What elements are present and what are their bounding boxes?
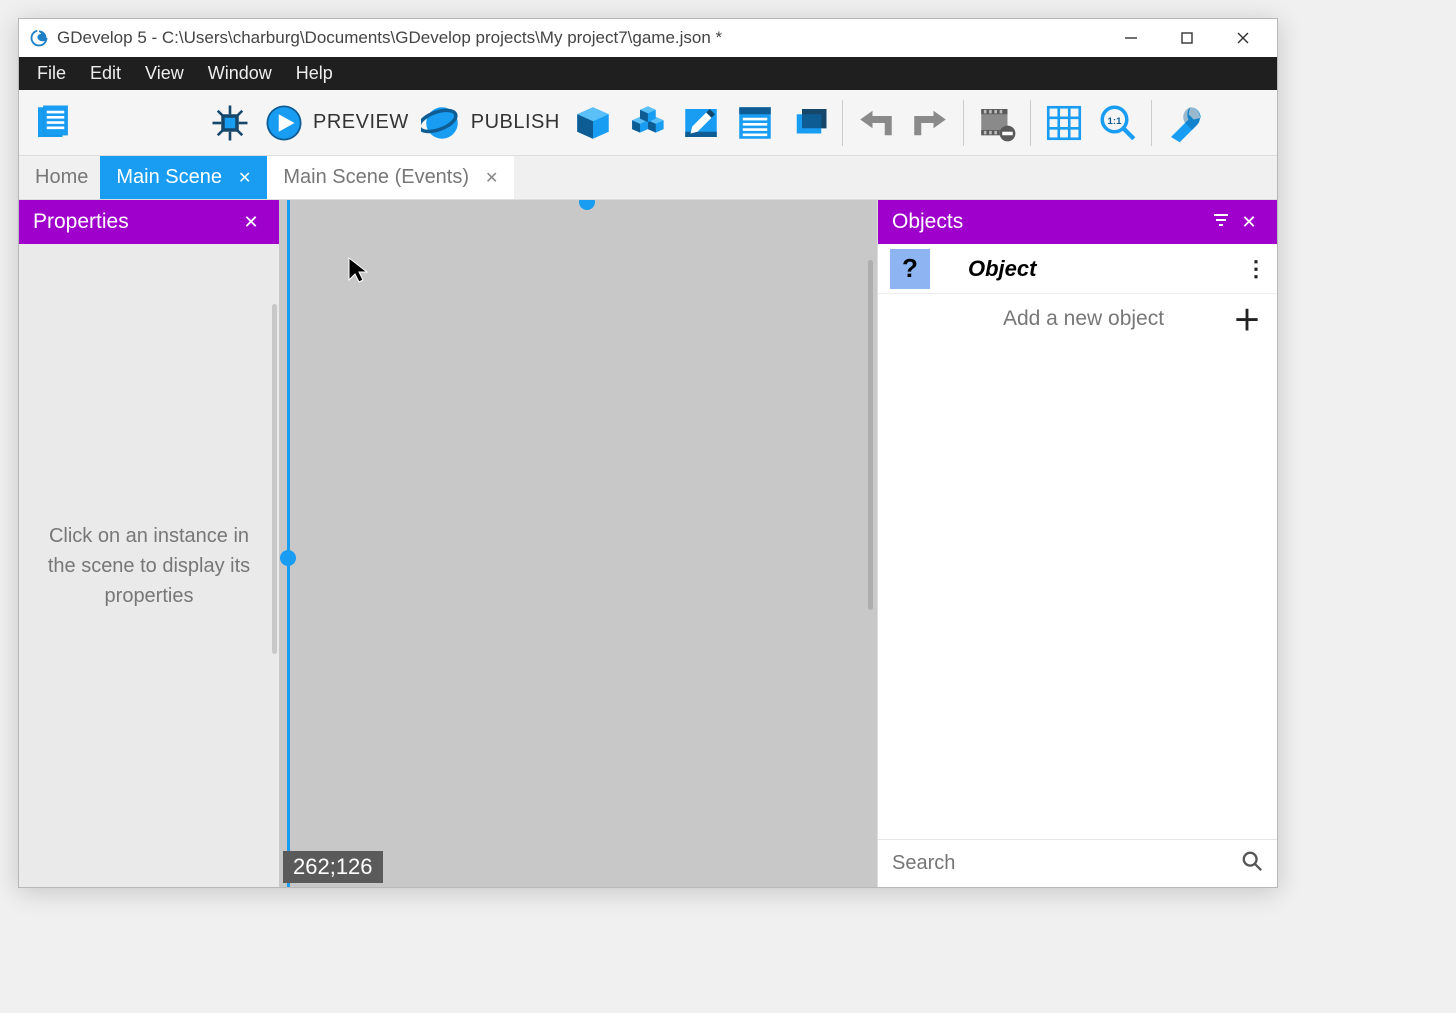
search-icon[interactable] [1241, 850, 1263, 877]
close-icon[interactable]: ✕ [234, 168, 255, 188]
edit-panel-icon [680, 102, 722, 144]
zoom-reset-button[interactable]: 1:1 [1093, 98, 1143, 148]
open-instances-button[interactable] [730, 98, 780, 148]
menu-help[interactable]: Help [284, 57, 345, 90]
toolbar-separator [963, 100, 964, 146]
project-manager-button[interactable] [27, 98, 77, 148]
scrollbar[interactable] [868, 260, 873, 610]
filter-icon[interactable] [1207, 211, 1235, 234]
cube-icon [572, 102, 614, 144]
open-properties-button[interactable] [676, 98, 726, 148]
open-layers-button[interactable] [784, 98, 834, 148]
window-controls [1103, 21, 1271, 55]
tab-label: Home [35, 166, 88, 189]
minimize-button[interactable] [1103, 21, 1159, 55]
main-area: Properties ✕ Click on an instance in the… [19, 200, 1277, 887]
app-window: GDevelop 5 - C:\Users\charburg\Documents… [18, 18, 1278, 888]
object-thumbnail-icon: ? [890, 249, 930, 289]
globe-icon [421, 102, 463, 144]
plus-icon: ＋ [1233, 299, 1261, 339]
kebab-menu-icon[interactable]: ⋮ [1245, 256, 1265, 282]
play-circle-icon [263, 102, 305, 144]
scrollbar[interactable] [272, 304, 277, 654]
grid-icon [1043, 102, 1085, 144]
tab-main-scene-events[interactable]: Main Scene (Events) ✕ [267, 156, 514, 199]
window-title: GDevelop 5 - C:\Users\charburg\Documents… [57, 28, 1103, 48]
cubes-icon [626, 102, 668, 144]
add-object-label: Add a new object [894, 307, 1233, 331]
open-groups-button[interactable] [622, 98, 672, 148]
close-button[interactable] [1215, 21, 1271, 55]
open-objects-button[interactable] [568, 98, 618, 148]
scene-canvas[interactable]: 262;126 [279, 200, 877, 887]
publish-button[interactable]: PUBLISH [417, 98, 564, 148]
publish-label: PUBLISH [471, 111, 560, 134]
objects-list: ? Object ⋮ Add a new object ＋ [878, 244, 1277, 839]
add-object-row[interactable]: Add a new object ＋ [878, 294, 1277, 344]
toolbar-separator [1151, 100, 1152, 146]
properties-placeholder: Click on an instance in the scene to dis… [39, 521, 259, 611]
grid-toggle-button[interactable] [1039, 98, 1089, 148]
tab-home[interactable]: Home [19, 156, 100, 199]
redo-icon [909, 102, 951, 144]
panel-title: Properties [33, 210, 129, 234]
search-input[interactable] [892, 852, 1241, 875]
coordinates-readout: 262;126 [283, 851, 383, 883]
title-bar: GDevelop 5 - C:\Users\charburg\Documents… [19, 19, 1277, 57]
object-row[interactable]: ? Object ⋮ [878, 244, 1277, 294]
close-icon[interactable]: ✕ [481, 168, 502, 188]
origin-handle[interactable] [579, 200, 595, 210]
tab-label: Main Scene (Events) [283, 166, 469, 189]
menu-view[interactable]: View [133, 57, 196, 90]
film-minus-icon [976, 102, 1018, 144]
properties-panel: Properties ✕ Click on an instance in the… [19, 200, 279, 887]
panel-title: Objects [892, 210, 963, 234]
undo-button[interactable] [851, 98, 901, 148]
origin-handle[interactable] [280, 550, 296, 566]
toolbar-separator [1030, 100, 1031, 146]
tab-bar: Home Main Scene ✕ Main Scene (Events) ✕ [19, 156, 1277, 200]
debugger-button[interactable] [205, 98, 255, 148]
preview-label: PREVIEW [313, 111, 409, 134]
mask-toggle-button[interactable] [972, 98, 1022, 148]
menu-edit[interactable]: Edit [78, 57, 133, 90]
close-icon[interactable]: ✕ [237, 212, 265, 233]
svg-text:1:1: 1:1 [1107, 115, 1122, 126]
menu-bar: File Edit View Window Help [19, 57, 1277, 90]
origin-guide-vertical [287, 200, 290, 887]
objects-search [878, 839, 1277, 887]
document-stack-icon [31, 102, 73, 144]
menu-file[interactable]: File [25, 57, 78, 90]
maximize-button[interactable] [1159, 21, 1215, 55]
zoom-one-to-one-icon: 1:1 [1097, 102, 1139, 144]
toolbar-separator [842, 100, 843, 146]
redo-button[interactable] [905, 98, 955, 148]
app-icon [29, 28, 49, 48]
tab-label: Main Scene [116, 166, 222, 189]
toolbar: PREVIEW PUBLISH [19, 90, 1277, 156]
objects-panel: Objects ✕ ? Object ⋮ Add a new object ＋ [877, 200, 1277, 887]
preview-button[interactable]: PREVIEW [259, 98, 413, 148]
tab-main-scene[interactable]: Main Scene ✕ [100, 156, 267, 199]
close-icon[interactable]: ✕ [1235, 212, 1263, 233]
undo-icon [855, 102, 897, 144]
chip-icon [209, 102, 251, 144]
menu-window[interactable]: Window [196, 57, 284, 90]
list-icon [734, 102, 776, 144]
properties-panel-header: Properties ✕ [19, 200, 279, 244]
object-name: Object [944, 256, 1231, 282]
layers-icon [788, 102, 830, 144]
objects-panel-header: Objects ✕ [878, 200, 1277, 244]
cursor-icon [347, 256, 369, 289]
scene-settings-button[interactable] [1160, 98, 1210, 148]
properties-body: Click on an instance in the scene to dis… [19, 244, 279, 887]
wrench-icon [1164, 102, 1206, 144]
